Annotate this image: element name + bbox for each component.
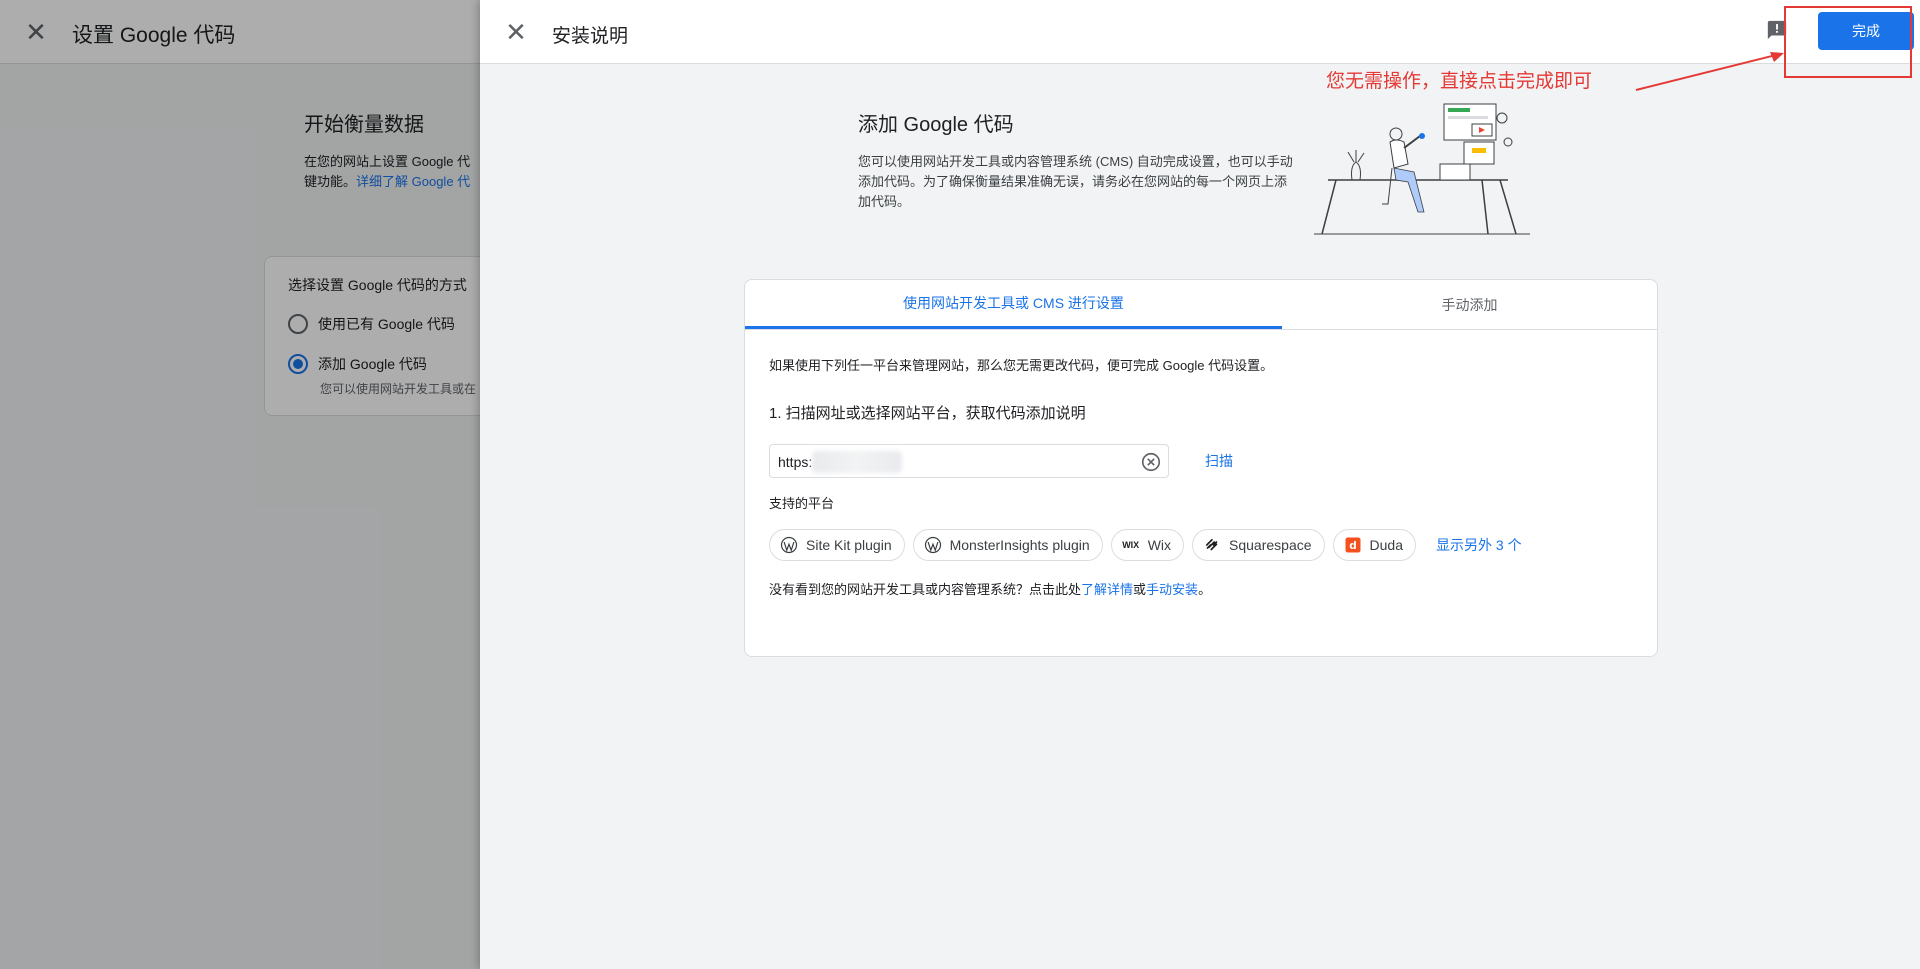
scan-button[interactable]: 扫描 [1205, 451, 1233, 471]
annotation-text: 您无需操作，直接点击完成即可 [1326, 71, 1593, 92]
svg-text:d: d [1349, 540, 1357, 552]
url-field[interactable] [769, 444, 1169, 478]
chip-label: Wix [1147, 537, 1172, 553]
close-icon[interactable]: ✕ [502, 18, 530, 46]
chip-duda[interactable]: d Duda [1332, 529, 1416, 561]
learn-more-link[interactable]: 了解详情 [1081, 582, 1133, 597]
modal-scrim[interactable] [0, 0, 480, 969]
chip-label: Duda [1369, 537, 1403, 553]
chip-label: Squarespace [1229, 537, 1312, 553]
drawer-title: 安装说明 [552, 26, 629, 47]
period-text: 。 [1198, 582, 1212, 597]
chip-label: MonsterInsights plugin [949, 537, 1090, 553]
duda-icon: d [1344, 536, 1362, 554]
wordpress-icon [780, 536, 798, 554]
installation-drawer: ✕ 安装说明 完成 添加 Google 代码 您可以使用网站开发工具或内容管理系… [480, 0, 1920, 969]
supported-platforms-label: 支持的平台 [769, 496, 835, 511]
or-text: 或 [1133, 582, 1147, 597]
wix-icon: WIX [1122, 540, 1140, 550]
cms-intro-text: 如果使用下列任一平台来管理网站，那么您无需更改代码，便可完成 Google 代码… [769, 358, 1274, 373]
platform-chips: Site Kit plugin MonsterInsights plugin W… [769, 529, 1522, 561]
not-found-prefix: 没有看到您的网站开发工具或内容管理系统？点击此处 [769, 582, 1082, 597]
show-more-link[interactable]: 显示另外 3 个 [1436, 535, 1522, 555]
not-found-text: 没有看到您的网站开发工具或内容管理系统？点击此处了解详情或手动安装。 [769, 579, 1211, 598]
tab-bar: 使用网站开发工具或 CMS 进行设置 手动添加 [745, 280, 1657, 330]
redacted-url [812, 451, 902, 473]
annotation-highlight-box [1784, 6, 1912, 78]
intro-title: 添加 Google 代码 [858, 114, 1014, 136]
squarespace-icon [1203, 536, 1221, 554]
chip-squarespace[interactable]: Squarespace [1192, 529, 1325, 561]
manual-install-link[interactable]: 手动安装 [1146, 582, 1198, 597]
tab-cms-setup[interactable]: 使用网站开发工具或 CMS 进行设置 [745, 280, 1282, 329]
annotation-arrow-icon [1635, 52, 1784, 91]
chip-label: Site Kit plugin [806, 537, 892, 553]
chip-wix[interactable]: WIX Wix [1110, 529, 1185, 561]
setup-illustration [1314, 103, 1530, 235]
setup-card: 使用网站开发工具或 CMS 进行设置 手动添加 如果使用下列任一平台来管理网站，… [744, 279, 1658, 657]
clear-icon[interactable] [1140, 451, 1162, 473]
wordpress-icon [924, 536, 942, 554]
tab-manual[interactable]: 手动添加 [1282, 280, 1657, 329]
chip-site-kit[interactable]: Site Kit plugin [769, 529, 905, 561]
chip-monsterinsights[interactable]: MonsterInsights plugin [912, 529, 1103, 561]
step-1-title: 1. 扫描网址或选择网站平台，获取代码添加说明 [769, 405, 1086, 422]
intro-description: 您可以使用网站开发工具或内容管理系统 (CMS) 自动完成设置，也可以手动添加代… [858, 154, 1293, 209]
